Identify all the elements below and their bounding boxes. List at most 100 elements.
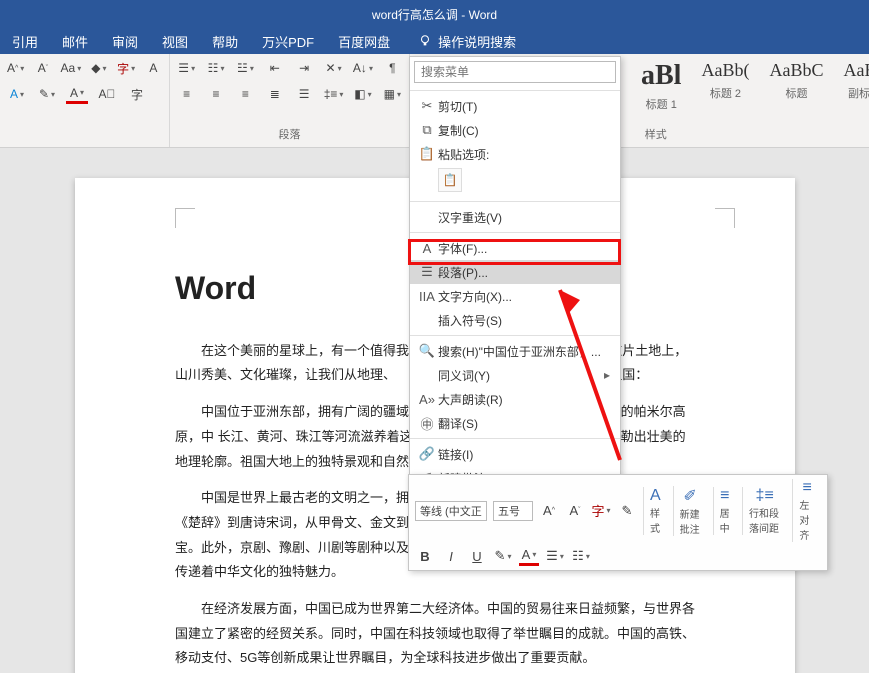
align-distribute-icon[interactable]: ☰ bbox=[294, 84, 315, 104]
line-spacing-icon: ‡≡ bbox=[756, 487, 774, 505]
character-border-icon[interactable]: A bbox=[144, 58, 163, 78]
change-case-icon[interactable]: Aa bbox=[61, 58, 82, 78]
chevron-right-icon: ▸ bbox=[604, 368, 610, 382]
font-color-icon[interactable]: A bbox=[66, 84, 88, 104]
menu-cut[interactable]: ✂ 剪切(T) bbox=[410, 94, 620, 118]
menu-link[interactable]: 🔗 链接(I) bbox=[410, 442, 620, 466]
style-heading1[interactable]: aBl 标题 1 bbox=[631, 58, 691, 114]
mini-align-left-button[interactable]: ≡ 左对齐 bbox=[792, 479, 821, 542]
margin-corner-icon bbox=[175, 208, 195, 228]
show-marks-icon[interactable]: ¶ bbox=[382, 58, 403, 78]
style-sample: AaBb bbox=[843, 60, 869, 81]
paste-keep-source-icon[interactable]: 📋 bbox=[438, 168, 462, 192]
format-painter-icon[interactable]: ✎ bbox=[617, 501, 637, 521]
text-direction-icon: IIA bbox=[416, 289, 438, 304]
align-center-icon[interactable]: ≡ bbox=[205, 84, 226, 104]
tell-me[interactable]: 操作说明搜索 bbox=[418, 32, 516, 51]
align-justify-icon[interactable]: ≣ bbox=[264, 84, 285, 104]
tab-help[interactable]: 帮助 bbox=[208, 30, 242, 53]
translate-icon: ㊥ bbox=[416, 414, 438, 433]
menu-text-direction[interactable]: IIA 文字方向(X)... bbox=[410, 284, 620, 308]
tab-wxpdf[interactable]: 万兴PDF bbox=[258, 30, 318, 53]
menu-insert-symbol[interactable]: 插入符号(S) bbox=[410, 308, 620, 332]
comment-icon: ✐ bbox=[683, 486, 696, 506]
mini-toolbar: A^ Aˇ 字 ✎ A 样式 ✐ 新建批注 ≡ 居中 ‡≡ 行和段落间距 ≡ 左… bbox=[408, 474, 828, 571]
ribbon-group-paragraph: ☰ ☷ ☳ ⇤ ⇥ ✕ A↓ ¶ ≡ ≡ ≡ ≣ ☰ ‡≡ ◧ ▦ 段落 bbox=[170, 54, 410, 147]
scissors-icon: ✂ bbox=[416, 98, 438, 114]
link-icon: 🔗 bbox=[416, 446, 438, 462]
numbering-icon[interactable]: ☷ bbox=[205, 58, 226, 78]
shading-icon[interactable]: ◧ bbox=[352, 84, 373, 104]
font-size-decrease-icon[interactable]: Aˇ bbox=[33, 58, 52, 78]
align-right-icon[interactable]: ≡ bbox=[235, 84, 256, 104]
font-size-increase-icon[interactable]: A^ bbox=[6, 58, 25, 78]
style-subtitle[interactable]: AaBb 副标题 bbox=[833, 58, 869, 114]
underline-icon[interactable]: U bbox=[467, 546, 487, 566]
borders-icon[interactable]: ▦ bbox=[382, 84, 403, 104]
decrease-indent-icon[interactable]: ⇤ bbox=[264, 58, 285, 78]
mini-new-comment-button[interactable]: ✐ 新建批注 bbox=[673, 486, 707, 536]
highlight-icon[interactable]: A bbox=[6, 84, 28, 104]
menu-smart-lookup[interactable]: 🔍 搜索(H)"中国位于亚洲东部，... bbox=[410, 339, 620, 363]
tab-mailings[interactable]: 邮件 bbox=[58, 30, 92, 53]
increase-font-icon[interactable]: A^ bbox=[539, 501, 559, 521]
ribbon-tabs: 引用 邮件 审阅 视图 帮助 万兴PDF 百度网盘 操作说明搜索 bbox=[0, 28, 869, 54]
font-color-icon[interactable]: A bbox=[519, 546, 539, 566]
menu-synonyms[interactable]: 同义词(Y) ▸ bbox=[410, 363, 620, 387]
menu-font[interactable]: A 字体(F)... bbox=[410, 236, 620, 260]
style-name: 副标题 bbox=[848, 85, 869, 101]
style-name: 标题 bbox=[785, 85, 807, 101]
bullets-icon[interactable]: ☰ bbox=[545, 546, 565, 566]
italic-icon[interactable]: I bbox=[441, 546, 461, 566]
circled-char-icon[interactable]: A⃝ bbox=[96, 84, 118, 104]
styles-icon: A bbox=[650, 487, 661, 505]
phonetic-guide-icon[interactable]: 字 bbox=[591, 501, 611, 521]
mini-font-name[interactable] bbox=[415, 501, 487, 521]
paragraph-icon: ☰ bbox=[416, 264, 438, 280]
line-spacing-icon[interactable]: ‡≡ bbox=[323, 84, 344, 104]
menu-translate[interactable]: ㊥ 翻译(S) bbox=[410, 411, 620, 435]
group-label-paragraph: 段落 bbox=[170, 126, 409, 145]
mini-center-button[interactable]: ≡ 居中 bbox=[713, 487, 736, 535]
tell-me-label: 操作说明搜索 bbox=[438, 32, 516, 51]
style-name: 标题 2 bbox=[710, 85, 741, 101]
menu-search-input[interactable] bbox=[414, 61, 616, 83]
mini-styles-button[interactable]: A 样式 bbox=[643, 487, 667, 535]
ribbon-group-font: A^ Aˇ Aa ◆ 字 A A ✎ A A⃝ 字 bbox=[0, 54, 170, 147]
bold-icon[interactable]: B bbox=[415, 546, 435, 566]
phonetic-guide-icon[interactable]: 字 bbox=[117, 58, 136, 78]
text-effects-icon[interactable]: ✎ bbox=[36, 84, 58, 104]
titlebar: word行高怎么调 - Word bbox=[0, 0, 869, 28]
increase-indent-icon[interactable]: ⇥ bbox=[294, 58, 315, 78]
menu-copy[interactable]: ⧉ 复制(C) bbox=[410, 118, 620, 142]
decrease-font-icon[interactable]: Aˇ bbox=[565, 501, 585, 521]
mini-font-size[interactable] bbox=[493, 501, 533, 521]
style-heading2[interactable]: AaBb( 标题 2 bbox=[691, 58, 759, 114]
menu-paste-options: 📋 粘贴选项: bbox=[410, 142, 620, 166]
style-name: 标题 1 bbox=[646, 96, 677, 112]
align-left-icon[interactable]: ≡ bbox=[176, 84, 197, 104]
search-icon: 🔍 bbox=[416, 343, 438, 359]
bullets-icon[interactable]: ☰ bbox=[176, 58, 197, 78]
menu-paragraph[interactable]: ☰ 段落(P)... bbox=[410, 260, 620, 284]
mini-line-spacing-button[interactable]: ‡≡ 行和段落间距 bbox=[742, 487, 786, 535]
margin-corner-icon bbox=[715, 208, 735, 228]
sort-icon[interactable]: A↓ bbox=[352, 58, 373, 78]
numbering-icon[interactable]: ☷ bbox=[571, 546, 591, 566]
asian-layout-icon[interactable]: ✕ bbox=[323, 58, 344, 78]
align-center-icon: ≡ bbox=[720, 487, 729, 505]
menu-read-aloud[interactable]: A» 大声朗读(R) bbox=[410, 387, 620, 411]
menu-reconvert[interactable]: 汉字重选(V) bbox=[410, 205, 620, 229]
tab-review[interactable]: 审阅 bbox=[108, 30, 142, 53]
multilevel-list-icon[interactable]: ☳ bbox=[235, 58, 256, 78]
style-sample: AaBb( bbox=[701, 60, 749, 81]
highlight-icon[interactable]: ✎ bbox=[493, 546, 513, 566]
style-sample: AaBbC bbox=[769, 60, 823, 81]
titlebar-text: word行高怎么调 - Word bbox=[372, 6, 497, 23]
tab-baidu[interactable]: 百度网盘 bbox=[334, 30, 394, 53]
tab-view[interactable]: 视图 bbox=[158, 30, 192, 53]
style-title[interactable]: AaBbC 标题 bbox=[759, 58, 833, 114]
char-shading-icon[interactable]: 字 bbox=[126, 84, 148, 104]
tab-references[interactable]: 引用 bbox=[8, 30, 42, 53]
clear-format-icon[interactable]: ◆ bbox=[89, 58, 108, 78]
